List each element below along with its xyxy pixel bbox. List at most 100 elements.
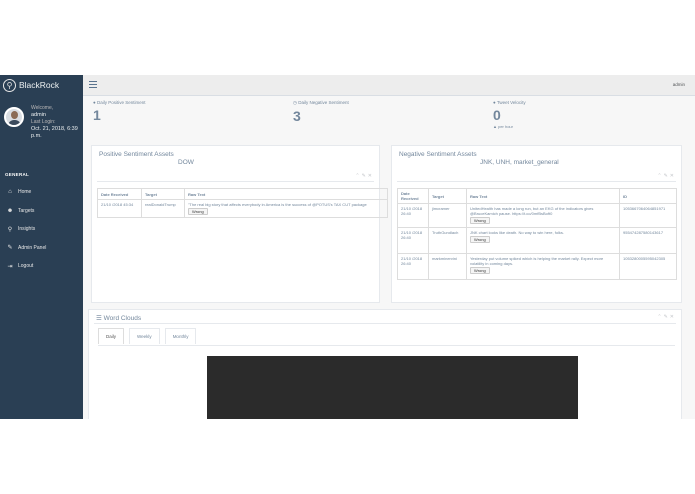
caret-up-icon: ▲ [493, 124, 497, 129]
cell-text: UnitedHealth has made a long run, but an… [466, 203, 620, 228]
negative-sentiment-panel: Negative Sentiment Assets JNK, UNH, mark… [391, 145, 682, 303]
panel-title: Positive Sentiment Assets [99, 151, 174, 158]
table-header: Date Received Target Raw Text ID [397, 188, 677, 204]
username: admin [31, 112, 46, 118]
last-login-date: Oct. 21, 2018, 6:39 p.m. [31, 126, 78, 139]
column-header: Target [428, 188, 467, 204]
column-header: Raw Text [184, 188, 388, 200]
raw-text: Yesterday put volume spiked which is hel… [470, 256, 604, 266]
cell-id: 1053280005595042305 [619, 253, 677, 280]
bars-icon: ☰ [96, 315, 102, 322]
cell-text: "The real big story that affects everybo… [184, 199, 388, 218]
cell-text: JNK chart looks like death. No way to wi… [466, 227, 620, 254]
search-icon: ⚲ [7, 226, 13, 233]
wrench-icon: ✎ [7, 245, 13, 252]
tab-monthly[interactable]: Monthly [164, 328, 197, 344]
column-header: Date Received [397, 188, 429, 204]
user-icon: ● [493, 100, 496, 105]
table-row: 21/10 /2018 26:40 jimcramer UnitedHealth… [397, 203, 677, 228]
sidebar-item-label: Admin Panel [18, 244, 47, 251]
tab-daily[interactable]: Daily [98, 328, 125, 344]
cell-target: TruthGundlach [428, 227, 467, 254]
home-icon: ⌂ [8, 189, 12, 196]
cell-target: realDonaldTrump [141, 199, 185, 218]
app-shell: ⚲ BlackRock Welcome, admin Last Login: O… [0, 75, 695, 419]
cell-target: jimcramer [428, 203, 467, 228]
tile-value: 0 [493, 107, 501, 123]
negative-table: Date Received Target Raw Text ID 21/10 /… [397, 188, 677, 280]
sidebar-item-insights[interactable]: ⚲ Insights [0, 220, 83, 239]
profile-info: Welcome, admin Last Login: Oct. 21, 2018… [31, 105, 79, 162]
close-icon[interactable]: ✕ [368, 173, 374, 179]
column-header: Target [141, 188, 185, 200]
table-row: 21/10 /2018 26:40 markminervini Yesterda… [397, 253, 677, 280]
column-header: Date Received [97, 188, 142, 200]
last-login-label: Last Login: [31, 119, 56, 125]
panel-tools: ⌃✎✕ [355, 173, 374, 179]
tile-negative-sentiment: ◷ Daily Negative Sentiment 3 [293, 100, 349, 124]
column-header: Raw Text [466, 188, 620, 204]
tile-positive-sentiment: ● Daily Positive Sentiment 1 [93, 100, 146, 123]
user-menu[interactable]: admin [673, 82, 685, 87]
tile-label: Tweet Velocity [496, 100, 526, 105]
sign-out-icon: ⇥ [7, 263, 13, 270]
sidebar-item-admin-panel[interactable]: ✎ Admin Panel [0, 239, 83, 258]
tile-sub: ▲ per hour [493, 124, 513, 129]
cell-target: markminervini [428, 253, 467, 280]
tile-tweet-velocity: ● Tweet Velocity 0 ▲ per hour [493, 100, 526, 129]
sidebar-nav: ⌂ Home ☻ Targets ⚲ Insights ✎ Admin Panel ⇥ L… [0, 183, 83, 276]
wrong-button[interactable]: Wrong [470, 267, 490, 274]
top-navbar: admin [83, 75, 695, 96]
panel-subtitle: JNK, UNH, market_general [480, 159, 559, 166]
raw-text: "The real big story that affects everybo… [188, 202, 367, 207]
tile-value: 1 [93, 107, 101, 123]
word-cloud-tabs: Daily Weekly Monthly [98, 328, 201, 344]
sidebar-item-targets[interactable]: ☻ Targets [0, 202, 83, 221]
panel-tools: ⌃✎✕ [657, 314, 676, 320]
positive-sentiment-panel: Positive Sentiment Assets DOW ⌃✎✕ Date R… [91, 145, 388, 303]
wrong-button[interactable]: Wrong [188, 208, 208, 215]
cell-text: Yesterday put volume spiked which is hel… [466, 253, 620, 280]
cell-date: 21/10 /2018 26:40 [397, 253, 429, 280]
close-icon[interactable]: ✕ [670, 314, 676, 320]
table-row: 21/10 /2018 26:40 TruthGundlach JNK char… [397, 227, 677, 254]
avatar [4, 107, 24, 127]
close-icon[interactable]: ✕ [670, 173, 676, 179]
brand-name: BlackRock [19, 80, 60, 90]
tab-weekly[interactable]: Weekly [129, 328, 160, 344]
sidebar: ⚲ BlackRock Welcome, admin Last Login: O… [0, 75, 83, 419]
sidebar-item-label: Targets [18, 207, 35, 214]
sidebar-item-home[interactable]: ⌂ Home [0, 183, 83, 202]
clock-icon: ◷ [293, 100, 297, 105]
panel-subtitle: DOW [178, 159, 194, 166]
panel-tools: ⌃✎✕ [657, 173, 676, 179]
column-header: ID [619, 188, 677, 204]
cell-id: 1053667064064851971 [619, 203, 677, 228]
brand[interactable]: ⚲ BlackRock [0, 75, 83, 96]
wrong-button[interactable]: Wrong [470, 217, 490, 224]
welcome-text: Welcome, [31, 105, 54, 111]
positive-table: Date Received Target Raw Text 21/10 /201… [97, 188, 388, 218]
wrong-button[interactable]: Wrong [470, 236, 490, 243]
table-row: 21/10 /2018 45:34 realDonaldTrump "The r… [97, 199, 388, 218]
search-icon: ⚲ [3, 78, 16, 92]
raw-text: UnitedHealth has made a long run, but an… [470, 206, 594, 216]
tile-label: Daily Negative Sentiment [298, 100, 349, 105]
cell-date: 21/10 /2018 45:34 [97, 199, 142, 218]
cell-date: 21/10 /2018 26:40 [397, 203, 429, 228]
panel-title: Negative Sentiment Assets [399, 151, 477, 158]
sidebar-item-label: Logout [18, 263, 34, 270]
raw-text: JNK chart looks like death. No way to wi… [470, 230, 565, 235]
sidebar-item-label: Home [18, 189, 32, 196]
users-icon: ☻ [6, 207, 14, 214]
sidebar-item-label: Insights [18, 226, 36, 233]
menu-toggle-icon[interactable] [89, 81, 97, 88]
table-header: Date Received Target Raw Text [97, 188, 388, 200]
user-icon: ● [93, 100, 96, 105]
word-clouds-panel: ☰ Word Clouds ⌃✎✕ Daily Weekly Monthly [88, 309, 682, 419]
panel-title: ☰ Word Clouds [96, 315, 142, 322]
cell-id: 955474287580143617 [619, 227, 677, 254]
word-cloud-image [207, 356, 578, 419]
sidebar-item-logout[interactable]: ⇥ Logout [0, 257, 83, 276]
tile-value: 3 [293, 108, 301, 124]
